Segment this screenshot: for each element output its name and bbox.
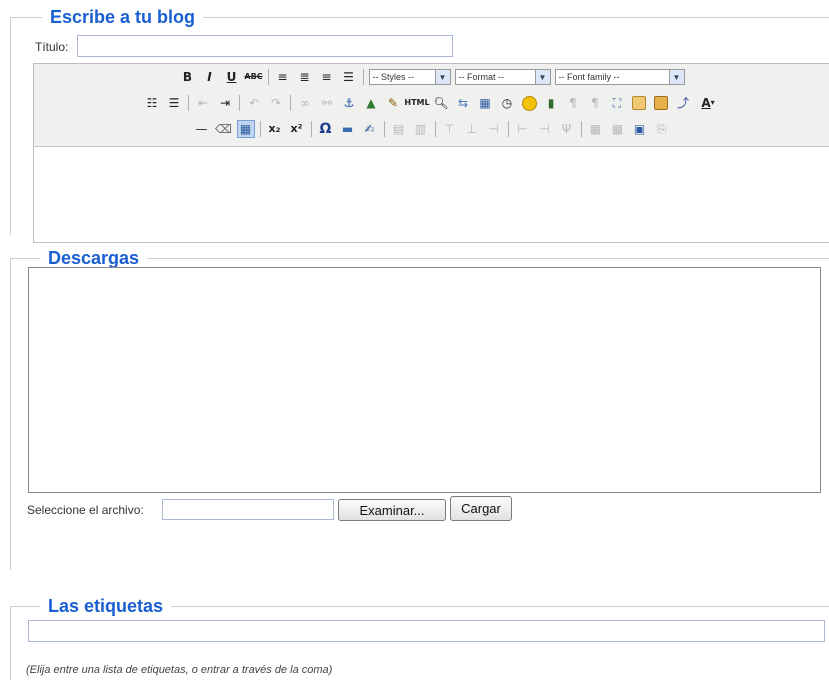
toolbar-separator — [434, 121, 436, 137]
delete-row-icon[interactable]: ⊣ — [485, 120, 503, 138]
media-icon[interactable]: ▮ — [542, 94, 560, 112]
underline-button[interactable]: U — [223, 68, 241, 86]
link-icon[interactable]: ∞ — [296, 94, 314, 112]
format-select[interactable]: -- Format -- ▼ — [454, 69, 551, 85]
align-left-icon[interactable]: ≡ — [274, 68, 292, 86]
horizontal-rule-icon[interactable]: — — [193, 120, 211, 138]
copy-icon[interactable] — [630, 94, 648, 112]
edit-icon[interactable]: ✍ — [361, 120, 379, 138]
blog-legend: Escribe a tu blog — [42, 7, 204, 27]
toolbar-separator — [267, 69, 269, 85]
replace-icon[interactable]: ⇆ — [454, 94, 472, 112]
row-before-icon[interactable]: ⊤ — [441, 120, 459, 138]
subscript-icon[interactable]: x₂ — [266, 120, 284, 138]
table-icon[interactable]: ▤ — [390, 120, 408, 138]
blog-fieldset-left-border — [10, 17, 11, 235]
toolbar-separator — [188, 95, 189, 111]
title-label: Título: — [35, 40, 69, 54]
undo-icon[interactable]: ↶ — [245, 94, 263, 112]
row-after-icon[interactable]: ⊥ — [463, 120, 481, 138]
numbered-list-icon[interactable]: ☰ — [165, 94, 183, 112]
file-path-input[interactable] — [162, 499, 334, 520]
toolbar-separator — [259, 121, 261, 137]
outdent-icon[interactable]: ⇤ — [194, 94, 212, 112]
redo-icon[interactable]: ↷ — [267, 94, 285, 112]
merge-cells-icon[interactable]: ▦ — [609, 120, 627, 138]
toolbar-row-1: B I U ABC ≡ ≣ ≡ ☰ -- Styles -- ▼ -- Form… — [34, 65, 829, 89]
insert-date-icon[interactable]: ▦ — [476, 94, 494, 112]
strikethrough-button[interactable]: ABC — [244, 68, 262, 86]
toolbar-separator — [239, 95, 240, 111]
downloads-legend: Descargas — [40, 248, 148, 268]
align-justify-icon[interactable]: ☰ — [340, 68, 358, 86]
superscript-icon[interactable]: x² — [288, 120, 306, 138]
tags-hint: (Elija entre una lista de etiquetas, o e… — [26, 664, 333, 676]
toolbar-separator — [507, 121, 509, 137]
chevron-down-icon: ▼ — [668, 70, 684, 84]
styles-select[interactable]: -- Styles -- ▼ — [368, 69, 451, 85]
font-color-button[interactable]: A ▾ — [696, 94, 720, 112]
delete-table-icon[interactable]: ⎘ — [653, 120, 671, 138]
tags-fieldset-left-border — [10, 606, 11, 680]
rich-text-editor: B I U ABC ≡ ≣ ≡ ☰ -- Styles -- ▼ -- Form… — [33, 63, 829, 243]
indent-icon[interactable]: ⇥ — [216, 94, 234, 112]
format-select-value: -- Format -- — [458, 72, 505, 82]
styles-select-value: -- Styles -- — [372, 72, 415, 82]
align-right-icon[interactable]: ≡ — [318, 68, 336, 86]
toolbar-separator — [383, 121, 385, 137]
font-family-select-value: -- Font family -- — [558, 72, 620, 82]
cleanup-icon[interactable]: ✎ — [384, 94, 402, 112]
file-label: Seleccione el archivo: — [27, 503, 144, 517]
font-color-label: A — [701, 96, 711, 110]
ltr-icon[interactable]: ¶ — [564, 94, 582, 112]
browse-button[interactable]: Examinar... — [338, 499, 446, 521]
downloads-list — [28, 267, 821, 493]
delete-col-icon[interactable]: Ψ — [558, 120, 576, 138]
html-source-button[interactable]: HTML — [404, 94, 429, 112]
paste-icon[interactable] — [652, 94, 670, 112]
editor-content-area[interactable] — [34, 147, 829, 242]
toolbar-separator — [310, 121, 312, 137]
toolbar-row-2: ☷ ☰ ⇤ ⇥ ↶ ↷ ∞ ⚯ ⚓ ▲ ✎ HTML 🔍︎ ⇆ ▦ ◷ ▮ ¶ … — [34, 91, 829, 115]
emotions-icon[interactable] — [520, 94, 538, 112]
tags-legend: Las etiquetas — [40, 596, 172, 616]
anchor-icon[interactable]: ⚓ — [340, 94, 358, 112]
find-icon[interactable]: 🔍︎ — [432, 94, 450, 112]
toolbar-separator — [580, 121, 582, 137]
upload-button[interactable]: Cargar — [450, 496, 512, 521]
col-after-icon[interactable]: ⊣ — [536, 120, 554, 138]
chevron-down-icon: ▾ — [710, 98, 715, 107]
title-input[interactable] — [77, 35, 453, 57]
toolbar-row-3: — ⌫ ▦ x₂ x² Ω ▬ ✍ ▤ ▥ ⊤ ⊥ ⊣ ⊢ ⊣ Ψ ▦ ▦ ▣ … — [34, 117, 829, 141]
col-before-icon[interactable]: ⊢ — [514, 120, 532, 138]
font-family-select[interactable]: -- Font family -- ▼ — [554, 69, 685, 85]
unlink-icon[interactable]: ⚯ — [318, 94, 336, 112]
split-cells-icon[interactable]: ▦ — [587, 120, 605, 138]
align-center-icon[interactable]: ≣ — [296, 68, 314, 86]
downloads-fieldset-left-border — [10, 258, 11, 570]
rtl-icon[interactable]: ¶ — [586, 94, 604, 112]
cell-props-icon[interactable]: ▣ — [631, 120, 649, 138]
italic-button[interactable]: I — [201, 68, 219, 86]
remove-format-icon[interactable]: ⌫ — [215, 120, 233, 138]
image-icon[interactable]: ▲ — [362, 94, 380, 112]
toolbar-separator — [362, 69, 364, 85]
bold-button[interactable]: B — [179, 68, 197, 86]
visual-aid-icon[interactable]: ▦ — [236, 120, 255, 138]
editor-toolbar: B I U ABC ≡ ≣ ≡ ☰ -- Styles -- ▼ -- Form… — [34, 64, 829, 147]
toolbar-separator — [290, 95, 291, 111]
special-char-button[interactable]: Ω — [317, 120, 335, 138]
insert-time-icon[interactable]: ◷ — [498, 94, 516, 112]
chevron-down-icon: ▼ — [534, 70, 550, 84]
tags-input[interactable] — [28, 620, 825, 642]
insert-line-icon[interactable]: ▬ — [339, 120, 357, 138]
chevron-down-icon: ▼ — [434, 70, 450, 84]
table-props-icon[interactable]: ▥ — [412, 120, 430, 138]
bullet-list-icon[interactable]: ☷ — [143, 94, 161, 112]
fullscreen-icon[interactable]: ⛶ — [608, 94, 626, 112]
crop-icon[interactable]: ⤴ — [674, 94, 692, 112]
